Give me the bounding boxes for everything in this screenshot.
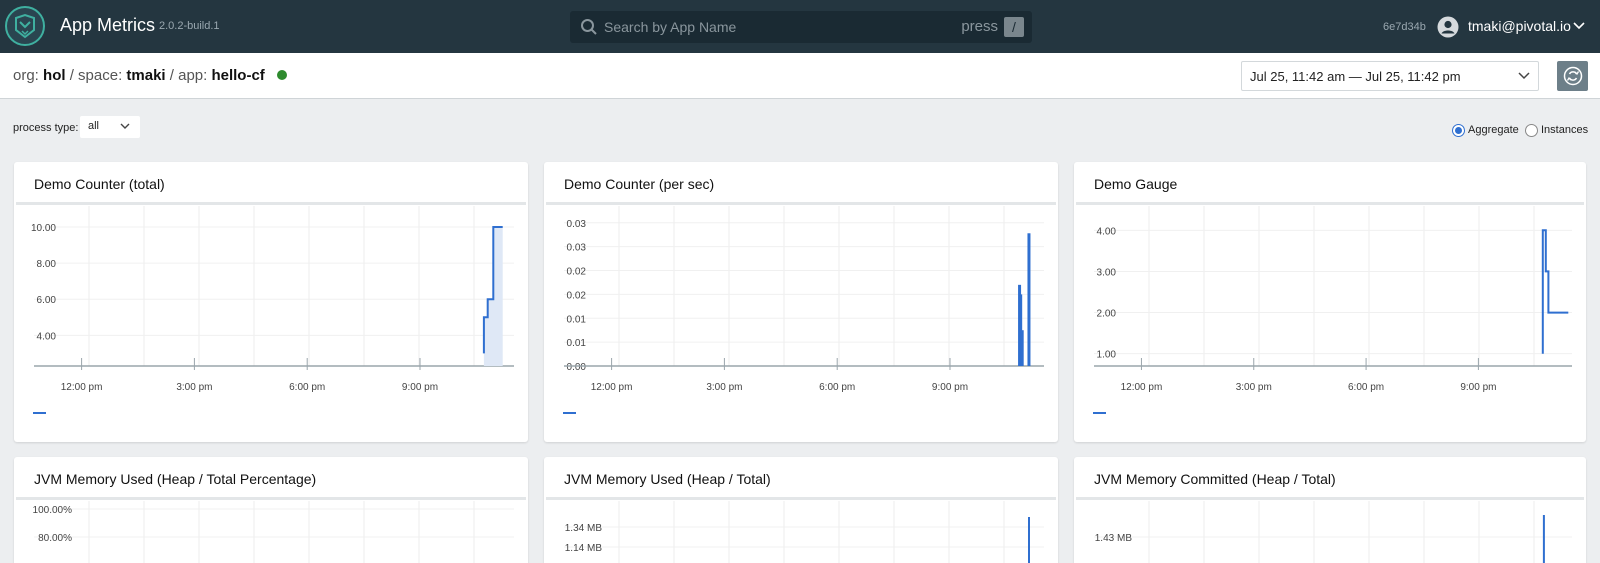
legend-swatch[interactable] bbox=[33, 412, 46, 414]
chart-plot[interactable]: 0.00 0.01 0.01 0.02 0.02 0.03 0.03 12:00 pm 3:00… bbox=[544, 206, 1058, 442]
chart-title: JVM Memory Committed (Heap / Total) bbox=[1094, 471, 1336, 487]
org-label: org: bbox=[13, 67, 39, 84]
app-version: 2.0.2-build.1 bbox=[159, 20, 220, 32]
y-tick-label: 0.03 bbox=[567, 219, 587, 230]
app-name[interactable]: hello-cf bbox=[211, 67, 264, 84]
title-divider bbox=[546, 497, 1056, 500]
metric-card: Demo Counter (total) 4.00 6.00 8.00 10.00 12:… bbox=[14, 162, 528, 442]
org-name[interactable]: hol bbox=[43, 67, 66, 84]
chart-title: Demo Counter (per sec) bbox=[564, 176, 715, 192]
app-logo-icon[interactable] bbox=[5, 6, 45, 46]
y-tick-label: 1.00 bbox=[1097, 350, 1117, 361]
legend-swatch[interactable] bbox=[563, 412, 576, 414]
title-divider bbox=[546, 202, 1056, 205]
title-divider bbox=[1076, 497, 1584, 500]
build-hash: 6e7d34b bbox=[1383, 21, 1426, 33]
top-bar: App Metrics 2.0.2-build.1 Search by App … bbox=[0, 0, 1600, 53]
y-tick-label: 4.00 bbox=[37, 331, 57, 342]
x-tick-label: 9:00 pm bbox=[1460, 382, 1496, 393]
bar-mark[interactable] bbox=[1027, 233, 1031, 366]
x-tick-label: 6:00 pm bbox=[819, 382, 855, 393]
chart-title: Demo Gauge bbox=[1094, 176, 1178, 192]
user-menu[interactable]: tmaki@pivotal.io bbox=[1468, 18, 1571, 34]
chart-plot[interactable]: 80.00% 100.00% bbox=[14, 501, 528, 563]
chart-title: JVM Memory Used (Heap / Total) bbox=[564, 471, 771, 487]
y-tick-label: 1.43 MB bbox=[1095, 533, 1133, 544]
space-name[interactable]: tmaki bbox=[126, 67, 165, 84]
y-tick-label: 1.14 MB bbox=[565, 543, 603, 554]
x-tick-label: 12:00 pm bbox=[591, 382, 633, 393]
y-tick-label: 0.02 bbox=[567, 290, 587, 301]
app-status-indicator bbox=[276, 70, 287, 80]
x-tick-label: 3:00 pm bbox=[176, 382, 212, 393]
chart-plot[interactable]: 1.43 MB bbox=[1074, 501, 1586, 563]
time-range-value: Jul 25, 11:42 am — Jul 25, 11:42 pm bbox=[1250, 69, 1461, 84]
title-divider bbox=[1076, 202, 1584, 205]
chart-plot[interactable]: 4.00 6.00 8.00 10.00 12:00 pm 3:00 pm 6:00 pm 9… bbox=[14, 206, 528, 442]
bar-mark[interactable] bbox=[1020, 330, 1024, 366]
x-tick-label: 12:00 pm bbox=[61, 382, 103, 393]
instances-radio[interactable] bbox=[1525, 124, 1538, 137]
y-tick-label: 4.00 bbox=[1097, 226, 1117, 237]
shortcut-key-badge: / bbox=[1004, 17, 1024, 37]
x-tick-label: 3:00 pm bbox=[1236, 382, 1272, 393]
context-bar: org: hol / space: tmaki / app: hello-cf … bbox=[0, 53, 1600, 99]
process-type-select[interactable]: all bbox=[80, 116, 140, 138]
search-icon bbox=[581, 19, 597, 35]
y-tick-label: 10.00 bbox=[31, 223, 56, 234]
refresh-icon bbox=[1563, 66, 1583, 86]
chevron-down-icon bbox=[1518, 72, 1530, 80]
chevron-down-icon bbox=[120, 123, 130, 129]
legend-swatch[interactable] bbox=[1093, 412, 1106, 414]
y-tick-label: 3.00 bbox=[1097, 267, 1117, 278]
y-tick-label: 6.00 bbox=[37, 295, 57, 306]
y-tick-label: 0.00 bbox=[567, 362, 587, 373]
aggregate-label[interactable]: Aggregate bbox=[1468, 124, 1519, 136]
breadcrumb: org: hol / space: tmaki / app: hello-cf bbox=[13, 67, 287, 84]
search-input[interactable]: Search by App Name bbox=[604, 19, 736, 35]
metric-card: JVM Memory Used (Heap / Total Percentage… bbox=[14, 457, 528, 563]
y-tick-label: 0.03 bbox=[567, 243, 587, 254]
instances-label[interactable]: Instances bbox=[1541, 124, 1588, 136]
x-tick-label: 12:00 pm bbox=[1121, 382, 1163, 393]
y-tick-label: 8.00 bbox=[37, 259, 57, 270]
x-tick-label: 9:00 pm bbox=[402, 382, 438, 393]
search-bar[interactable]: Search by App Name press / bbox=[570, 11, 1032, 43]
x-tick-label: 3:00 pm bbox=[706, 382, 742, 393]
title-divider bbox=[16, 202, 526, 205]
y-tick-label: 0.02 bbox=[567, 267, 587, 278]
y-tick-label: 0.01 bbox=[567, 338, 587, 349]
app-label: / app: bbox=[169, 67, 208, 84]
refresh-button[interactable] bbox=[1557, 61, 1588, 91]
user-avatar-icon[interactable] bbox=[1437, 16, 1459, 38]
metric-card: Demo Gauge 1.00 2.00 3.00 4.00 12:00 pm 3:00 p… bbox=[1074, 162, 1586, 442]
x-tick-label: 6:00 pm bbox=[289, 382, 325, 393]
chevron-down-icon[interactable] bbox=[1573, 21, 1585, 31]
space-label: / space: bbox=[69, 67, 123, 84]
process-type-label: process type: bbox=[13, 122, 79, 134]
app-title[interactable]: App Metrics bbox=[60, 15, 155, 36]
y-tick-label: 80.00% bbox=[38, 533, 72, 544]
series-line[interactable] bbox=[1541, 229, 1569, 354]
time-range-select[interactable]: Jul 25, 11:42 am — Jul 25, 11:42 pm bbox=[1241, 61, 1539, 91]
y-tick-label: 0.01 bbox=[567, 314, 587, 325]
y-tick-label: 100.00% bbox=[33, 505, 73, 516]
metric-card: Demo Counter (per sec) 0.00 0.01 0.01 0.02 0.… bbox=[544, 162, 1058, 442]
x-tick-label: 6:00 pm bbox=[1348, 382, 1384, 393]
aggregate-radio[interactable] bbox=[1452, 124, 1465, 137]
x-tick-label: 9:00 pm bbox=[932, 382, 968, 393]
chart-title: Demo Counter (total) bbox=[34, 176, 165, 192]
chart-plot[interactable]: 1.00 2.00 3.00 4.00 12:00 pm 3:00 pm 6:00 pm 9:… bbox=[1074, 206, 1586, 442]
y-tick-label: 1.34 MB bbox=[565, 523, 603, 534]
chart-title: JVM Memory Used (Heap / Total Percentage… bbox=[34, 471, 317, 487]
y-tick-label: 2.00 bbox=[1097, 309, 1117, 320]
title-divider bbox=[16, 497, 526, 500]
process-type-value: all bbox=[88, 120, 100, 132]
press-hint: press bbox=[961, 18, 998, 35]
chart-plot[interactable]: 976.56 KB1.14 MB1.34 MB bbox=[544, 501, 1058, 563]
metric-card: JVM Memory Used (Heap / Total)976.56 KB1… bbox=[544, 457, 1058, 563]
metric-card: JVM Memory Committed (Heap / Total) 1.43 … bbox=[1074, 457, 1586, 563]
